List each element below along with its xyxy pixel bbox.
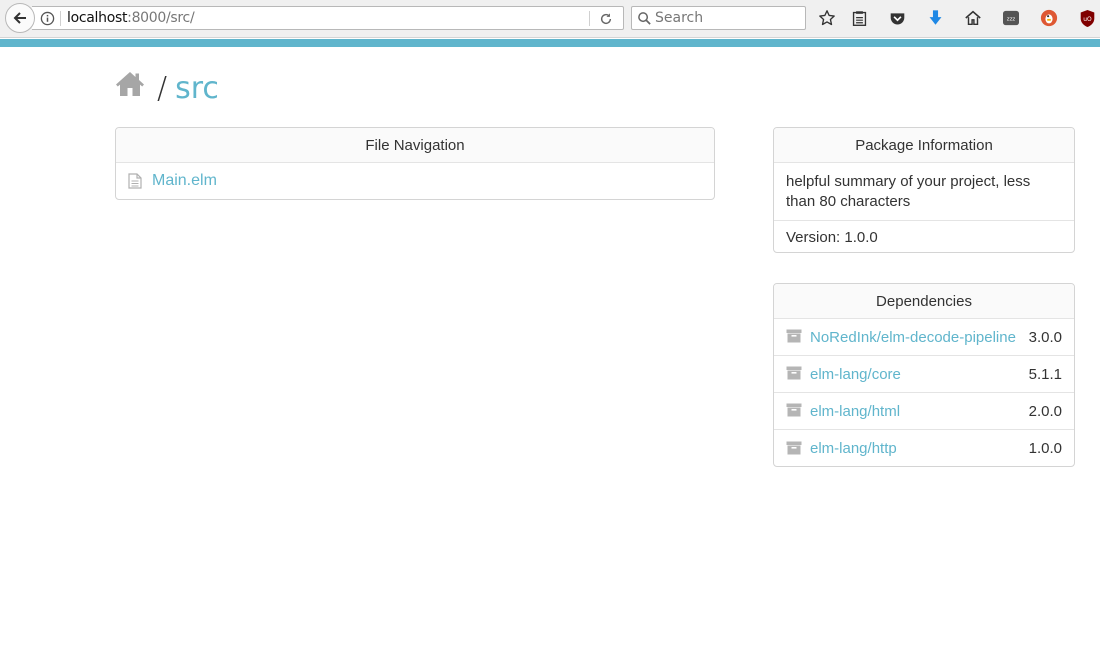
- sleep-tab-icon[interactable]: zzz: [1001, 8, 1021, 28]
- package-information-title: Package Information: [774, 128, 1074, 163]
- home-icon[interactable]: [115, 69, 145, 99]
- file-link[interactable]: Main.elm: [152, 172, 217, 190]
- dependency-link[interactable]: NoRedInk/elm-decode-pipeline: [810, 329, 1016, 346]
- reading-list-icon[interactable]: [849, 8, 869, 28]
- breadcrumb-current[interactable]: src: [175, 71, 219, 106]
- ublock-icon[interactable]: uO: [1077, 8, 1097, 28]
- breadcrumb-separator: /: [157, 70, 168, 106]
- package-box-icon: [786, 441, 802, 454]
- url-divider-right: [589, 11, 590, 26]
- package-summary: helpful summary of your project, less th…: [774, 163, 1074, 221]
- search-input[interactable]: Search: [655, 10, 703, 27]
- back-arrow-icon: [13, 12, 26, 24]
- file-icon: [128, 173, 142, 189]
- dependency-version: 1.0.0: [1028, 440, 1062, 457]
- dependency-row: elm-lang/core 5.1.1: [774, 356, 1074, 393]
- package-box-icon: [786, 329, 802, 343]
- dependency-version: 2.0.0: [1028, 402, 1062, 420]
- download-icon[interactable]: [925, 8, 945, 28]
- url-divider: [60, 11, 61, 26]
- svg-text:zzz: zzz: [1007, 17, 1016, 23]
- back-button[interactable]: [5, 3, 35, 33]
- dependencies-title: Dependencies: [774, 284, 1074, 319]
- url-text[interactable]: localhost:8000/src/: [67, 10, 195, 27]
- url-path: :8000/src/: [127, 10, 195, 26]
- dependencies-panel: Dependencies NoRedInk/elm-decode-pipelin…: [773, 283, 1075, 467]
- search-bar[interactable]: Search: [631, 6, 806, 30]
- dependency-link[interactable]: elm-lang/http: [810, 440, 897, 457]
- url-host: localhost: [67, 10, 128, 26]
- file-navigation-panel: File Navigation Main.elm: [115, 127, 715, 200]
- site-info-icon[interactable]: [40, 11, 55, 26]
- header-accent-bar: [0, 39, 1100, 47]
- dependency-row: elm-lang/html 2.0.0: [774, 393, 1074, 430]
- dependency-row: NoRedInk/elm-decode-pipeline 3.0.0: [774, 319, 1074, 356]
- file-item[interactable]: Main.elm: [116, 163, 714, 199]
- pocket-icon[interactable]: [887, 8, 907, 28]
- package-box-icon: [786, 366, 802, 380]
- dependency-version: 3.0.0: [1028, 328, 1062, 346]
- dependency-version: 5.1.1: [1028, 365, 1062, 383]
- package-version: Version: 1.0.0: [786, 229, 878, 246]
- svg-text:uO: uO: [1083, 16, 1092, 23]
- search-icon: [638, 12, 651, 25]
- dependency-row: elm-lang/http 1.0.0: [774, 430, 1074, 466]
- breadcrumb: / src: [115, 66, 219, 110]
- dependency-link[interactable]: elm-lang/html: [810, 403, 900, 420]
- url-bar[interactable]: localhost:8000/src/: [32, 6, 624, 30]
- file-navigation-title: File Navigation: [116, 128, 714, 163]
- duckduckgo-icon[interactable]: [1039, 8, 1059, 28]
- star-icon[interactable]: [817, 8, 837, 28]
- package-information-panel: Package Information helpful summary of y…: [773, 127, 1075, 253]
- package-box-icon: [786, 403, 802, 417]
- browser-toolbar: localhost:8000/src/ Search zzz uO: [0, 0, 1100, 38]
- home-icon[interactable]: [963, 8, 983, 28]
- dependency-link[interactable]: elm-lang/core: [810, 366, 901, 383]
- reload-icon[interactable]: [597, 10, 615, 28]
